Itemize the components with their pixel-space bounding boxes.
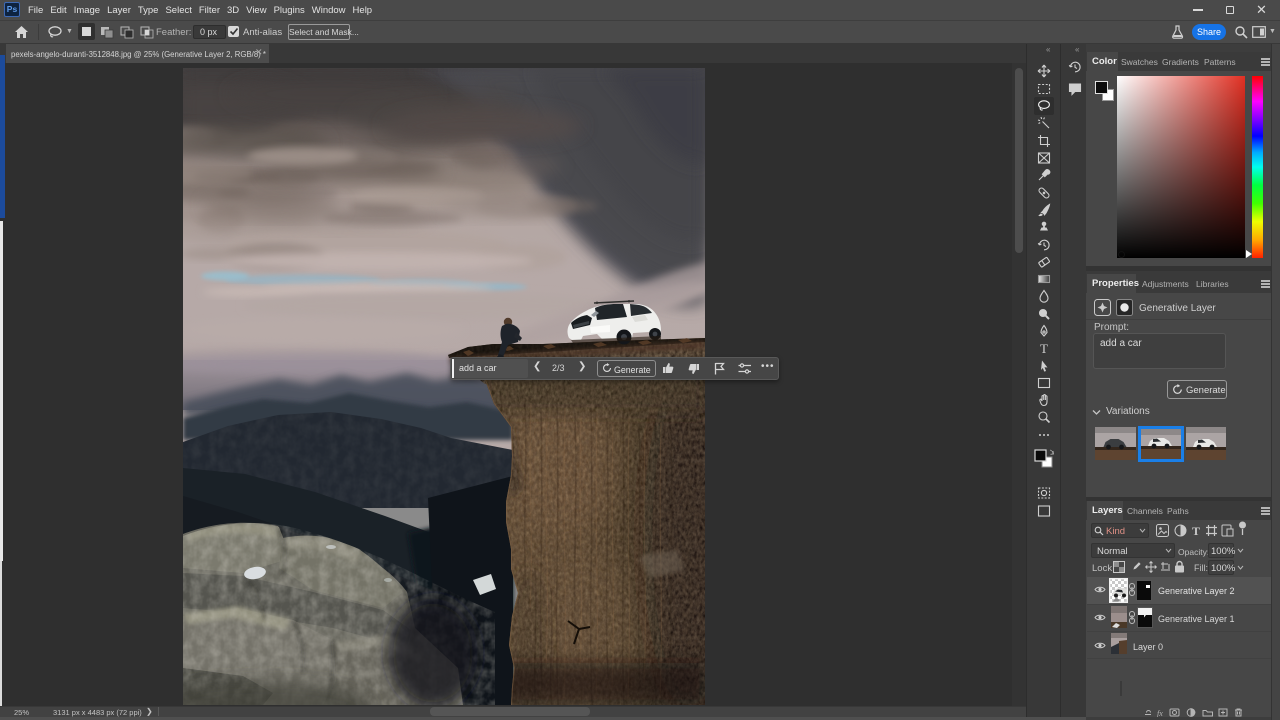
svg-text:fx: fx — [1157, 709, 1163, 717]
svg-text:T: T — [1192, 524, 1200, 537]
